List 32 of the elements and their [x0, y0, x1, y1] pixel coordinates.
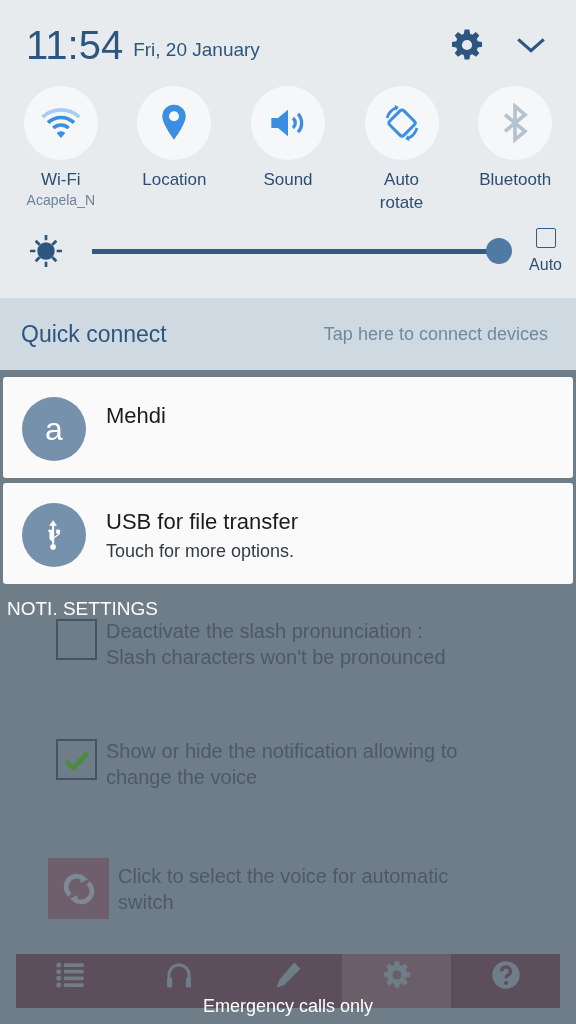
brightness-icon [30, 235, 62, 267]
checkbox[interactable] [56, 619, 97, 660]
notification-card[interactable]: a Mehdi [3, 377, 573, 478]
quick-connect-bar[interactable]: Quick connect Tap here to connect devices [0, 298, 576, 370]
refresh-button[interactable] [48, 858, 109, 919]
notification-text: Touch for more options. [106, 541, 296, 562]
checkbox[interactable] [535, 228, 556, 248]
toggle-label: Wi-Fi [40, 169, 81, 191]
slider-thumb[interactable] [485, 238, 512, 264]
list-icon [55, 960, 86, 990]
checkbox-label: Auto [529, 256, 562, 274]
clock-time: 11:54 [26, 22, 124, 68]
quick-connect-title: Quick connect [21, 320, 167, 348]
gear-icon [381, 960, 412, 990]
toggle-label: Location [142, 169, 207, 191]
notification-title: USB for file transfer [106, 509, 298, 535]
date-text: Fri, 20 January [133, 39, 261, 61]
settings-icon[interactable] [450, 28, 484, 62]
notification-card[interactable]: USB for file transfer Touch for more options. [3, 483, 573, 584]
emergency-calls-text: Emergency calls only [202, 996, 374, 1017]
avatar: a [22, 397, 86, 461]
connect-hint: Tap here to connect devices [323, 323, 548, 345]
help-icon [490, 960, 521, 990]
brightness-slider[interactable] [92, 238, 512, 264]
toggle-label: Bluetooth [479, 169, 552, 191]
app-title: NOTI. SETTINGS [6, 597, 159, 618]
toggle-label: Auto rotate [379, 169, 424, 214]
notification-title: Mehdi [106, 403, 166, 429]
usb-icon [47, 520, 61, 550]
toggle-label: Sound [263, 169, 313, 191]
network-name: Acapela_N [26, 192, 96, 208]
checkbox[interactable] [56, 739, 97, 780]
